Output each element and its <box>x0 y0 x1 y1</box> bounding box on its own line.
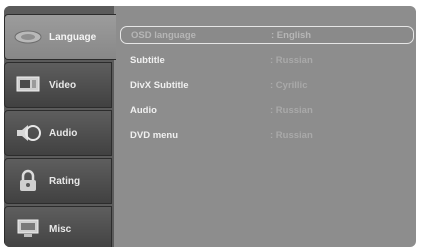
padlock-icon <box>11 169 45 193</box>
speaker-icon <box>11 121 45 145</box>
dvd-setup-screen: Language Video Audio Rating Misc OSD lan… <box>0 0 422 251</box>
setting-value: : Cyrillic <box>270 79 308 91</box>
tab-misc[interactable]: Misc <box>4 206 112 247</box>
setting-value: : Russian <box>270 129 313 141</box>
language-settings-list: OSD language : English Subtitle : Russia… <box>116 6 416 247</box>
setting-row-divx-subtitle[interactable]: DivX Subtitle : Cyrillic <box>120 76 414 94</box>
setting-value: : Russian <box>270 104 313 116</box>
setting-row-subtitle[interactable]: Subtitle : Russian <box>120 51 414 69</box>
tab-language-label: Language <box>49 31 97 43</box>
tab-rating-label: Rating <box>49 175 81 187</box>
category-sidebar: Language Video Audio Rating Misc <box>4 6 116 247</box>
tab-rating[interactable]: Rating <box>4 158 112 204</box>
setting-label: DivX Subtitle <box>130 79 189 91</box>
setting-label: DVD menu <box>130 129 179 141</box>
setting-row-dvd-menu[interactable]: DVD menu : Russian <box>120 126 414 144</box>
setting-row-audio[interactable]: Audio : Russian <box>120 101 414 119</box>
tab-video[interactable]: Video <box>4 62 112 108</box>
setting-value: : Russian <box>270 54 313 66</box>
setting-label: Audio <box>130 104 157 116</box>
tab-language[interactable]: Language <box>4 14 116 60</box>
tab-video-label: Video <box>49 79 77 91</box>
speech-bubble-icon <box>11 25 45 49</box>
setting-label: Subtitle <box>130 54 165 66</box>
monitor-icon <box>11 73 45 97</box>
tab-audio-label: Audio <box>49 127 78 139</box>
setup-menu-panel: Language Video Audio Rating Misc OSD lan… <box>4 6 416 247</box>
setting-row-osd-language[interactable]: OSD language : English <box>120 26 414 44</box>
tab-audio[interactable]: Audio <box>4 110 112 156</box>
display-icon <box>11 217 45 241</box>
setting-label: OSD language <box>131 29 196 41</box>
setting-value: : English <box>271 29 312 41</box>
tab-misc-label: Misc <box>49 223 72 235</box>
